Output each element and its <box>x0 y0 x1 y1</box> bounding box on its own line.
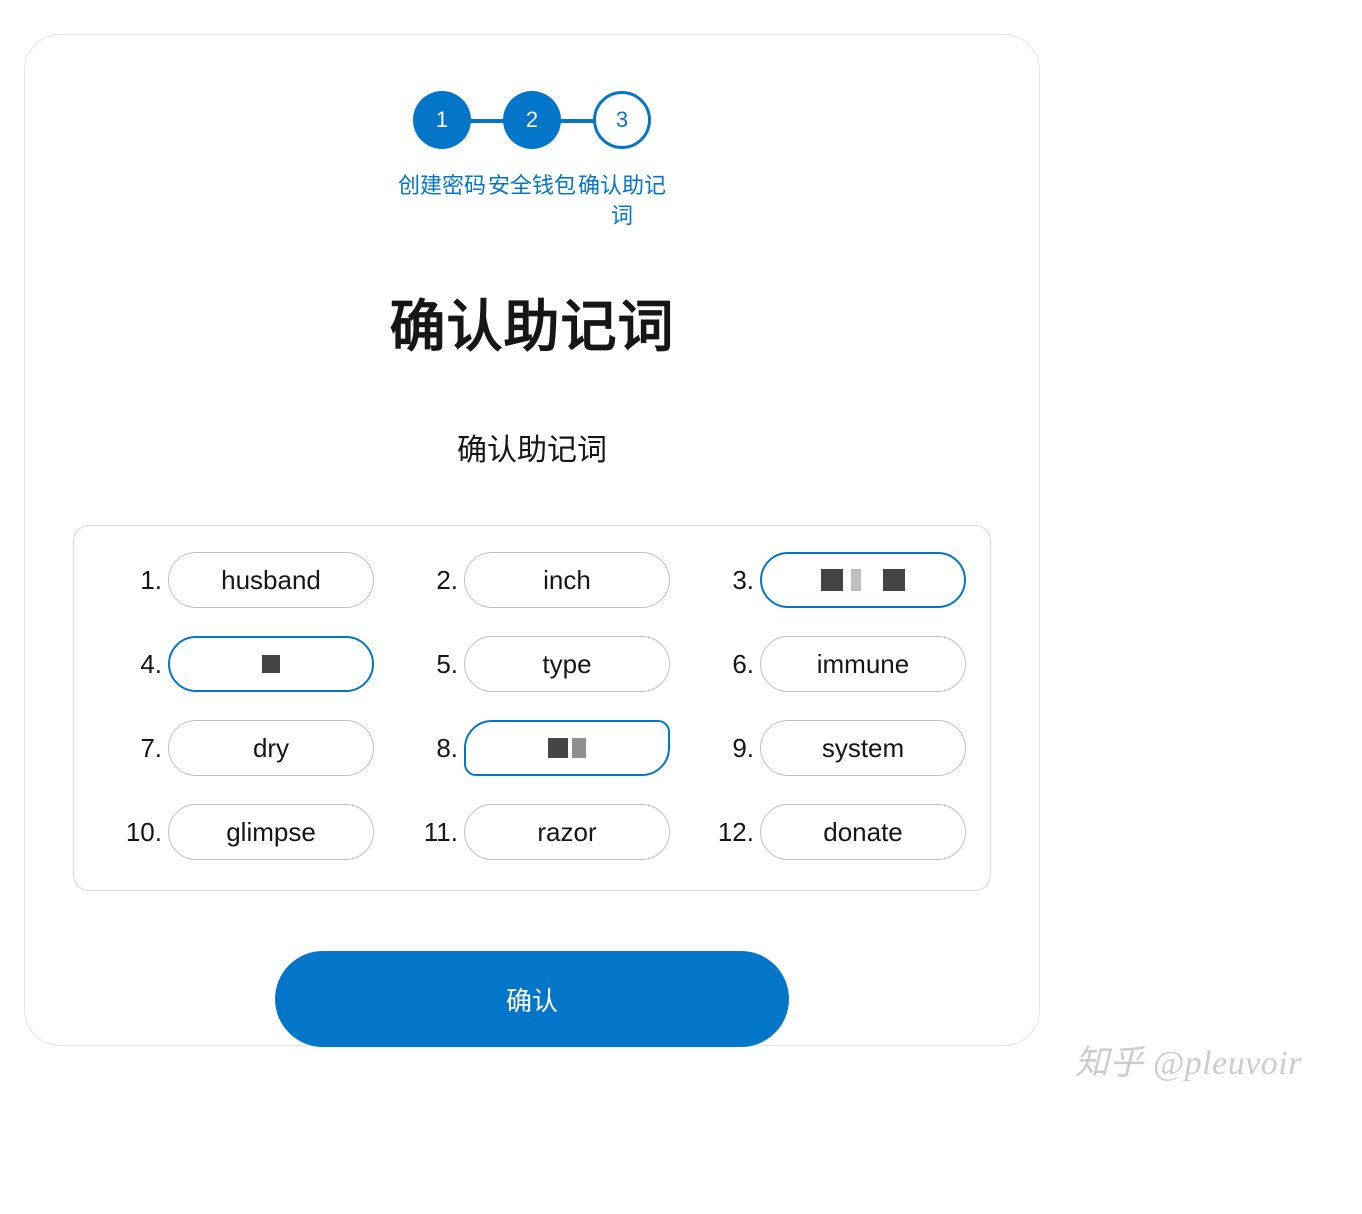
seed-cell-7: 7. dry <box>98 720 374 776</box>
step-circle-3: 3 <box>593 91 651 149</box>
redacted-icon <box>262 655 280 673</box>
seed-cell-12: 12. donate <box>690 804 966 860</box>
page-title: 确认助记词 <box>25 282 1039 363</box>
seed-cell-9: 9. system <box>690 720 966 776</box>
seed-word-10[interactable]: glimpse <box>168 804 374 860</box>
seed-word-7[interactable]: dry <box>168 720 374 776</box>
seed-cell-4: 4. <box>98 636 374 692</box>
seed-num: 10. <box>126 817 162 848</box>
seed-word-6[interactable]: immune <box>760 636 966 692</box>
seed-num: 9. <box>720 733 754 764</box>
seed-num: 5. <box>424 649 458 680</box>
step-circle-2: 2 <box>503 91 561 149</box>
seed-num: 1. <box>128 565 162 596</box>
step-3[interactable]: 3 确认助记词 <box>577 91 667 230</box>
seed-cell-6: 6. immune <box>690 636 966 692</box>
step-label-3: 确认助记词 <box>576 171 668 230</box>
step-label-2: 安全钱包 <box>486 171 578 201</box>
seed-num: 7. <box>128 733 162 764</box>
seed-cell-3: 3. <box>690 552 966 608</box>
seed-word-11[interactable]: razor <box>464 804 670 860</box>
seed-num: 12. <box>718 817 754 848</box>
onboarding-card: 1 创建密码 2 安全钱包 3 确认助记词 确认助记词 确认助记词 1. hus… <box>24 34 1040 1046</box>
stepper: 1 创建密码 2 安全钱包 3 确认助记词 <box>25 91 1039 230</box>
seed-num: 3. <box>720 565 754 596</box>
redacted-icon <box>821 569 905 591</box>
confirm-button[interactable]: 确认 <box>275 951 789 1047</box>
step-1[interactable]: 1 创建密码 <box>397 91 487 201</box>
seed-cell-5: 5. type <box>394 636 670 692</box>
step-label-1: 创建密码 <box>396 171 488 201</box>
redacted-icon <box>548 738 586 758</box>
seed-word-12[interactable]: donate <box>760 804 966 860</box>
seed-num: 2. <box>424 565 458 596</box>
seed-word-8-input[interactable] <box>464 720 670 776</box>
seed-cell-2: 2. inch <box>394 552 670 608</box>
seed-cell-10: 10. glimpse <box>98 804 374 860</box>
step-2[interactable]: 2 安全钱包 <box>487 91 577 201</box>
seed-num: 8. <box>424 733 458 764</box>
seed-word-1[interactable]: husband <box>168 552 374 608</box>
seed-phrase-box: 1. husband 2. inch 3. 4. 5. type 6. immu… <box>73 525 991 891</box>
page-subtitle: 确认助记词 <box>25 425 1039 469</box>
seed-word-4-input[interactable] <box>168 636 374 692</box>
seed-cell-1: 1. husband <box>98 552 374 608</box>
seed-word-5[interactable]: type <box>464 636 670 692</box>
seed-num: 4. <box>128 649 162 680</box>
seed-word-9[interactable]: system <box>760 720 966 776</box>
watermark: 知乎 @pleuvoir <box>1075 1035 1302 1084</box>
seed-word-3-input[interactable] <box>760 552 966 608</box>
seed-cell-11: 11. razor <box>394 804 670 860</box>
seed-cell-8: 8. <box>394 720 670 776</box>
seed-num: 11. <box>424 817 458 848</box>
seed-word-2[interactable]: inch <box>464 552 670 608</box>
step-circle-1: 1 <box>413 91 471 149</box>
seed-num: 6. <box>720 649 754 680</box>
